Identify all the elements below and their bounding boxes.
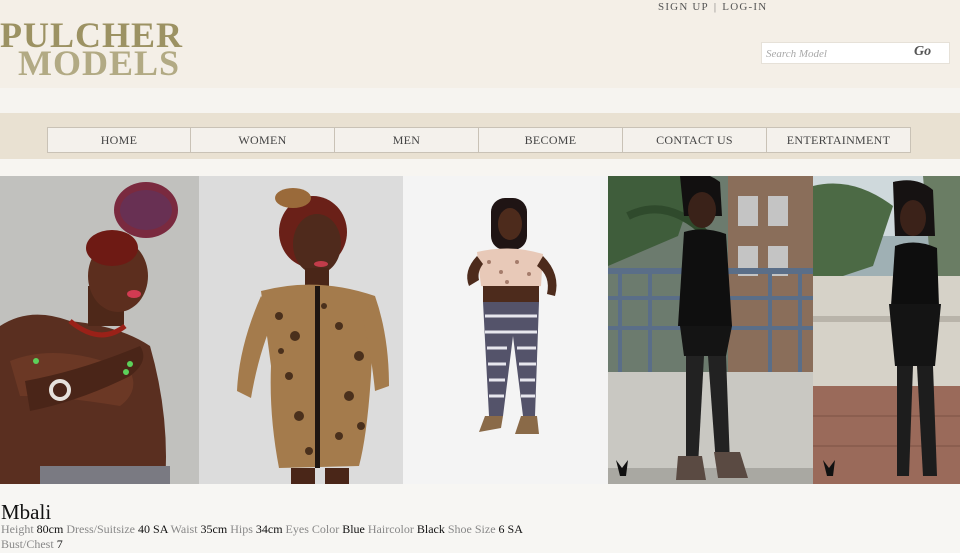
model-info: Mbali Height 80cm Dress/Suitsize 40 SA W… xyxy=(0,484,960,553)
nav-women[interactable]: WOMEN xyxy=(191,127,335,153)
stat-label-dress-size: Dress/Suitsize xyxy=(66,522,136,536)
texture-band xyxy=(0,88,960,113)
stat-value-dress-size: 40 SA xyxy=(138,522,168,536)
nav-contact-us[interactable]: CONTACT US xyxy=(623,127,767,153)
main-nav: HOME WOMEN MEN BECOME CONTACT US ENTERTA… xyxy=(47,127,911,153)
model-photo-3[interactable] xyxy=(403,176,608,484)
stat-value-hips: 34cm xyxy=(255,522,283,536)
logo-text-models: MODELS xyxy=(18,43,181,83)
model-photo-1[interactable] xyxy=(0,176,199,484)
search-go-button[interactable]: Go xyxy=(914,44,931,60)
site-header: PULCHER MODELS SIGN UP | LOG-IN Go xyxy=(0,0,960,88)
site-logo[interactable]: PULCHER MODELS xyxy=(0,17,268,83)
stat-label-height: Height xyxy=(1,522,34,536)
signup-link[interactable]: SIGN UP xyxy=(658,1,709,13)
main-nav-bar: HOME WOMEN MEN BECOME CONTACT US ENTERTA… xyxy=(0,113,960,159)
nav-entertainment[interactable]: ENTERTAINMENT xyxy=(767,127,911,153)
nav-men[interactable]: MEN xyxy=(335,127,479,153)
stat-label-waist: Waist xyxy=(170,522,198,536)
search-input[interactable] xyxy=(766,45,906,62)
model-photo-strip xyxy=(0,176,960,484)
stat-value-shoe-size: 6 SA xyxy=(498,522,523,536)
stat-value-waist: 35cm xyxy=(200,522,228,536)
stat-value-haircolor: Black xyxy=(416,522,445,536)
stat-value-height: 80cm xyxy=(36,522,64,536)
model-name: Mbali xyxy=(1,500,52,524)
stat-label-bust-chest: Bust/Chest xyxy=(1,537,54,551)
model-stats: Height 80cm Dress/Suitsize 40 SA Waist 3… xyxy=(1,522,561,552)
stat-label-haircolor: Haircolor xyxy=(367,522,414,536)
account-links: SIGN UP | LOG-IN xyxy=(658,1,767,13)
stat-label-hips: Hips xyxy=(230,522,253,536)
nav-become[interactable]: BECOME xyxy=(479,127,623,153)
model-photo-2[interactable] xyxy=(199,176,403,484)
nav-home[interactable]: HOME xyxy=(47,127,191,153)
model-photo-5[interactable] xyxy=(813,176,960,484)
stat-value-bust-chest: 7 xyxy=(56,537,63,551)
stat-label-shoe-size: Shoe Size xyxy=(447,522,496,536)
model-photo-4[interactable] xyxy=(608,176,813,484)
stat-label-eyes-color: Eyes Color xyxy=(285,522,340,536)
link-separator: | xyxy=(713,1,718,13)
search-box: Go xyxy=(761,42,950,64)
login-link[interactable]: LOG-IN xyxy=(722,1,767,13)
stat-value-eyes-color: Blue xyxy=(342,522,365,536)
